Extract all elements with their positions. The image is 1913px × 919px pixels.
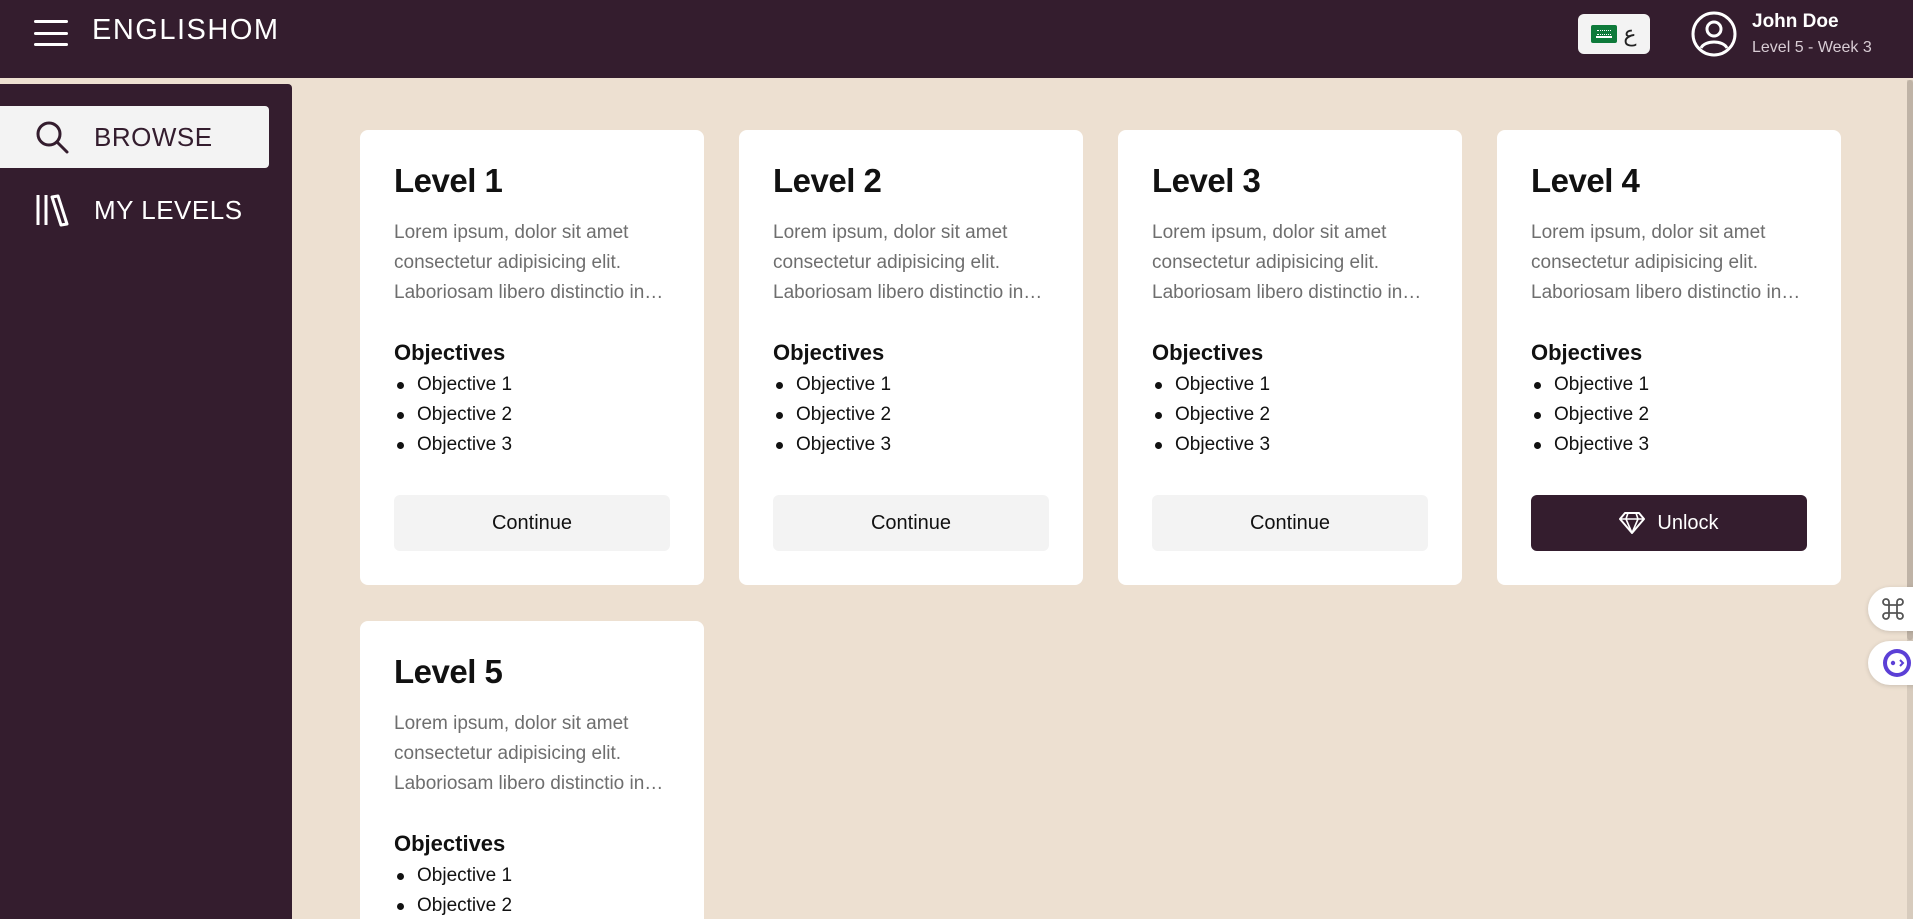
button-label: Continue [1249,511,1331,534]
level-description: Lorem ipsum, dolor sit amet consectetur … [394,713,664,794]
objective-item: Objective 1 [1531,370,1807,400]
objective-item: Objective 3 [394,430,670,460]
objective-item: Objective 1 [394,861,670,891]
objective-item: Objective 2 [394,400,670,430]
sidebar-item-label: BROWSE [94,121,213,152]
command-widget-button[interactable] [1868,587,1913,631]
scrollbar-thumb[interactable] [1907,80,1913,640]
level-card: Level 1 Lorem ipsum, dolor sit amet cons… [360,130,704,585]
objectives-list: Objective 1 Objective 2 Objective 3 [1152,370,1428,460]
objectives-heading: Objectives [1531,340,1643,365]
objective-item: Objective 1 [1152,370,1428,400]
button-label: Unlock [1657,511,1719,534]
objective-item: Objective 1 [773,370,1049,400]
level-description: Lorem ipsum, dolor sit amet consectetur … [1531,222,1801,303]
continue-button[interactable]: Continue [1152,495,1428,551]
objectives-heading: Objectives [394,831,506,856]
objectives-heading: Objectives [394,340,506,365]
language-switch-button[interactable]: ع [1578,14,1650,54]
objective-item: Objective 2 [1152,400,1428,430]
objective-item: Objective 2 [773,400,1049,430]
library-icon [34,192,70,228]
language-code: ع [1623,21,1637,47]
level-title: Level 5 [394,653,503,690]
level-card: Level 5 Lorem ipsum, dolor sit amet cons… [360,621,704,919]
brand-title[interactable]: ENGLISHOM [92,14,280,47]
level-description: Lorem ipsum, dolor sit amet consectetur … [1152,222,1422,303]
level-description: Lorem ipsum, dolor sit amet consectetur … [394,222,664,303]
hamburger-menu-icon[interactable] [34,18,68,48]
button-label: Continue [491,511,573,534]
objective-item: Objective 2 [1531,400,1807,430]
level-title: Level 2 [773,162,882,199]
level-title: Level 1 [394,162,503,199]
top-bar: ENGLISHOM ع John Doe Level 5 - Week 3 [0,0,1913,78]
search-icon [34,119,70,155]
objectives-heading: Objectives [1152,340,1264,365]
assistant-widget-button[interactable] [1868,641,1913,685]
objective-item: Objective 3 [1152,430,1428,460]
user-level: Level 5 - Week 3 [1752,39,1872,56]
level-card: Level 2 Lorem ipsum, dolor sit amet cons… [739,130,1083,585]
user-circle-icon [1691,11,1737,57]
level-title: Level 4 [1531,162,1640,199]
objective-item: Objective 1 [394,370,670,400]
assistant-bot-icon [1883,649,1911,677]
objective-item: Objective 3 [773,430,1049,460]
objectives-heading: Objectives [773,340,885,365]
objective-item: Objective 3 [1531,430,1807,460]
command-icon [1882,598,1904,620]
sidebar: BROWSE MY LEVELS [0,84,292,919]
page-scrollbar[interactable] [1907,80,1913,919]
sidebar-item-label: MY LEVELS [94,194,243,225]
button-label: Continue [870,511,952,534]
sidebar-item-my-levels[interactable]: MY LEVELS [0,179,269,241]
saudi-flag-icon [1591,25,1618,43]
diamond-icon [1619,512,1646,534]
level-card: Level 4 Lorem ipsum, dolor sit amet cons… [1497,130,1841,585]
objectives-list: Objective 1 Objective 2 [394,861,670,919]
objectives-list: Objective 1 Objective 2 Objective 3 [1531,370,1807,460]
objectives-list: Objective 1 Objective 2 Objective 3 [394,370,670,460]
continue-button[interactable]: Continue [394,495,670,551]
level-title: Level 3 [1152,162,1261,199]
level-description: Lorem ipsum, dolor sit amet consectetur … [773,222,1043,303]
objective-item: Objective 2 [394,891,670,919]
level-card: Level 3 Lorem ipsum, dolor sit amet cons… [1118,130,1462,585]
sidebar-item-browse[interactable]: BROWSE [0,106,269,168]
objectives-list: Objective 1 Objective 2 Objective 3 [773,370,1049,460]
continue-button[interactable]: Continue [773,495,1049,551]
user-name: John Doe [1752,11,1839,32]
unlock-button[interactable]: Unlock [1531,495,1807,551]
user-profile[interactable]: John Doe Level 5 - Week 3 [1690,8,1872,60]
